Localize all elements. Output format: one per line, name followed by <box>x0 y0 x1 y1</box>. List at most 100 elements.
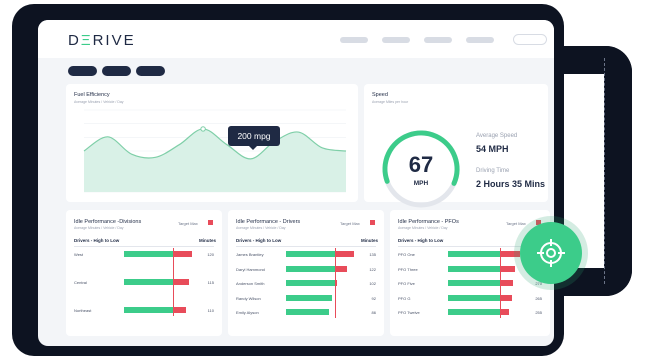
header-nav-item-1[interactable] <box>340 37 368 43</box>
row-minutes-value: 110 <box>207 308 214 313</box>
target-max-line <box>334 248 336 318</box>
idle-bar-over-target <box>499 280 513 286</box>
idle-panel-subtitle: Average Minutes / Vehicle / Day <box>236 226 286 230</box>
idle-bar-within-target <box>286 251 335 257</box>
locate-target-button[interactable] <box>520 222 582 284</box>
dashboard-screen: DΞRIVE Fuel Efficiency Average Minutes /… <box>38 20 554 346</box>
idle-bar-over-target <box>499 309 510 315</box>
row-label: James Brantley <box>236 252 264 257</box>
row-label: West <box>74 252 84 257</box>
idle-panel-subtitle: Average Minutes / Vehicle / Day <box>74 226 124 230</box>
app-header: DΞRIVE <box>38 20 554 58</box>
crosshair-target-icon <box>537 239 565 267</box>
row-label: Daryl Hammond <box>236 266 265 272</box>
column-header-drivers: Drivers - High to Low <box>398 238 444 243</box>
tab-pill-2[interactable] <box>102 66 131 76</box>
idle-panel-title: Idle Performance - Drivers <box>236 219 301 225</box>
idle-bar-within-target <box>124 307 173 313</box>
idle-bar-over-target <box>499 294 512 301</box>
idle-bar-over-target <box>172 251 192 257</box>
driving-time-value: 2 Hours 35 Mins <box>476 179 546 189</box>
speed-gauge-value: 67 <box>408 152 434 177</box>
speed-title: Speed <box>372 92 388 98</box>
device-screen-wrapper: DΞRIVE Fuel Efficiency Average Minutes /… <box>12 4 564 356</box>
app-logo[interactable]: DΞRIVE <box>68 32 136 49</box>
header-nav-item-2[interactable] <box>382 37 410 43</box>
column-header-drivers: Drivers - High to Low <box>236 238 282 243</box>
idle-panel-title: Idle Performance -Divisions <box>74 219 142 225</box>
fuel-title: Fuel Efficiency <box>74 92 110 98</box>
header-action-button[interactable] <box>513 34 547 45</box>
chart-tooltip: 200 mpg <box>228 126 280 146</box>
row-minutes-value: 122 <box>369 266 376 272</box>
idle-bar-over-target <box>499 251 520 257</box>
idle-bar-within-target <box>448 280 500 286</box>
avg-speed-label: Average Speed <box>476 133 518 139</box>
row-label: Central <box>74 280 87 285</box>
row-minutes-value: 92 <box>371 295 376 301</box>
row-minutes-value: 115 <box>207 280 214 285</box>
idle-pfos-card: Idle Performance - PFOs Average Minutes /… <box>390 210 550 336</box>
row-minutes-value: 86 <box>371 310 376 315</box>
row-label: Randy Wilson <box>236 295 261 301</box>
fuel-peak-point[interactable] <box>200 126 206 132</box>
speed-gauge-unit: MPH <box>413 180 429 187</box>
idle-bar-over-target <box>334 265 348 272</box>
target-max-label: Target Max <box>340 221 360 226</box>
target-max-line <box>172 248 174 316</box>
target-max-label: Target Max <box>178 221 198 226</box>
row-minutes-value: 102 <box>369 281 376 286</box>
logo-mark: Ξ <box>80 32 93 49</box>
row-minutes-value: 135 <box>369 252 376 257</box>
idle-divisions-card: Idle Performance -Divisions Average Minut… <box>66 210 222 336</box>
target-max-swatch <box>370 220 375 225</box>
bracket-dashed-line <box>604 58 605 284</box>
idle-bar-over-target <box>172 279 190 285</box>
idle-panel-title: Idle Performance - PFOs <box>398 219 459 225</box>
driving-time-label: Driving Time <box>476 168 510 174</box>
idle-bar-over-target <box>334 251 354 257</box>
row-label: Emily Alyson <box>236 310 259 315</box>
idle-bar-within-target <box>286 265 335 272</box>
column-header-drivers: Drivers - High to Low <box>74 238 120 243</box>
row-label: PFO Three <box>398 266 418 272</box>
row-label: Anderson Smith <box>236 281 265 286</box>
header-divider <box>74 246 214 247</box>
header-nav-item-4[interactable] <box>466 37 494 43</box>
target-max-line <box>499 248 501 318</box>
row-label: PFO Twelve <box>398 310 420 315</box>
idle-bar-within-target <box>448 265 500 272</box>
fuel-area-fill <box>84 128 346 192</box>
target-max-label: Target Max <box>506 221 526 226</box>
header-nav-item-3[interactable] <box>424 37 452 43</box>
chart-tooltip-arrow <box>248 145 258 150</box>
idle-drivers-card: Idle Performance - Drivers Average Minute… <box>228 210 384 336</box>
idle-bar-within-target <box>286 309 330 315</box>
idle-bar-within-target <box>448 309 500 315</box>
fuel-area-chart <box>83 109 347 193</box>
tab-pill-3[interactable] <box>136 66 165 76</box>
row-minutes-value: 265 <box>535 295 542 301</box>
idle-bar-over-target <box>499 265 516 272</box>
column-header-minutes: Minutes <box>360 238 378 243</box>
idle-bar-within-target <box>448 251 500 257</box>
idle-bar-within-target <box>448 294 500 301</box>
tab-pill-1[interactable] <box>68 66 97 76</box>
target-max-swatch <box>208 220 213 225</box>
row-label: PFO Five <box>398 281 415 286</box>
row-minutes-value: 255 <box>535 310 542 315</box>
speed-subtitle: Average Miles per hour <box>372 100 409 104</box>
idle-bar-within-target <box>124 251 173 257</box>
idle-panel-subtitle: Average Minutes / Vehicle / Day <box>398 226 448 230</box>
row-label: PFO G <box>398 295 411 301</box>
column-header-minutes: Minutes <box>198 238 216 243</box>
header-divider <box>236 246 376 247</box>
fuel-efficiency-card: Fuel Efficiency Average Minutes / Vehicl… <box>66 84 358 202</box>
idle-bar-within-target <box>124 279 173 285</box>
row-label: Northeast <box>74 308 92 313</box>
idle-bar-within-target <box>286 294 333 301</box>
row-minutes-value: 120 <box>207 252 214 257</box>
fuel-subtitle: Average Minutes / Vehicle / Day <box>74 100 124 104</box>
row-label: PFO One <box>398 252 415 257</box>
idle-bar-within-target <box>286 280 335 286</box>
